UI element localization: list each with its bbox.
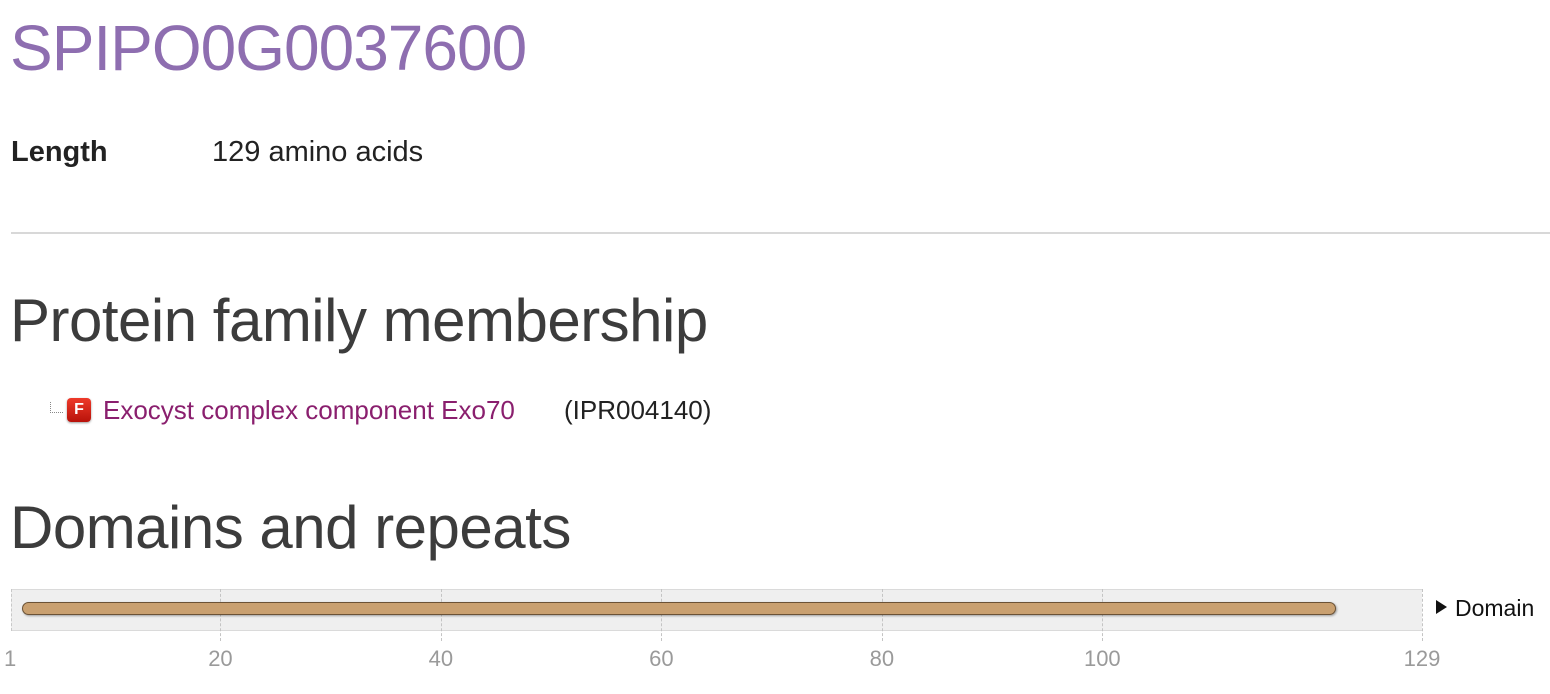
length-label: Length (11, 136, 108, 168)
track-start-line (11, 589, 12, 631)
axis-tick-label: 80 (869, 646, 895, 671)
tree-connector (50, 402, 63, 413)
axis-tick-label: 100 (1083, 646, 1121, 671)
track-gridline (1422, 589, 1423, 641)
family-accession: (IPR004140) (564, 395, 712, 425)
family-link[interactable]: Exocyst complex component Exo70 (103, 395, 515, 426)
track-gridline (440, 589, 442, 641)
track-gridline (661, 589, 663, 641)
axis-tick-label: 1 (4, 646, 17, 671)
axis-tick-label: 129 (1403, 646, 1441, 671)
family-icon: F (67, 398, 91, 422)
axis-tick-label: 60 (649, 646, 674, 671)
triangle-right-icon[interactable] (1436, 600, 1447, 614)
family-section-heading: Protein family membership (10, 287, 708, 354)
track-gridline (881, 589, 883, 641)
track-gridline (1102, 589, 1104, 641)
axis-tick-label: 20 (208, 646, 233, 671)
domains-section-heading: Domains and repeats (10, 494, 571, 561)
domain-feature-bar[interactable] (22, 602, 1336, 615)
track-gridline (220, 589, 222, 641)
length-value: 129 amino acids (212, 136, 424, 168)
legend-domain-label[interactable]: Domain (1455, 595, 1534, 622)
axis-tick-label: 40 (428, 646, 454, 671)
section-divider (11, 232, 1550, 234)
protein-title: SPIPO0G0037600 (10, 12, 527, 84)
